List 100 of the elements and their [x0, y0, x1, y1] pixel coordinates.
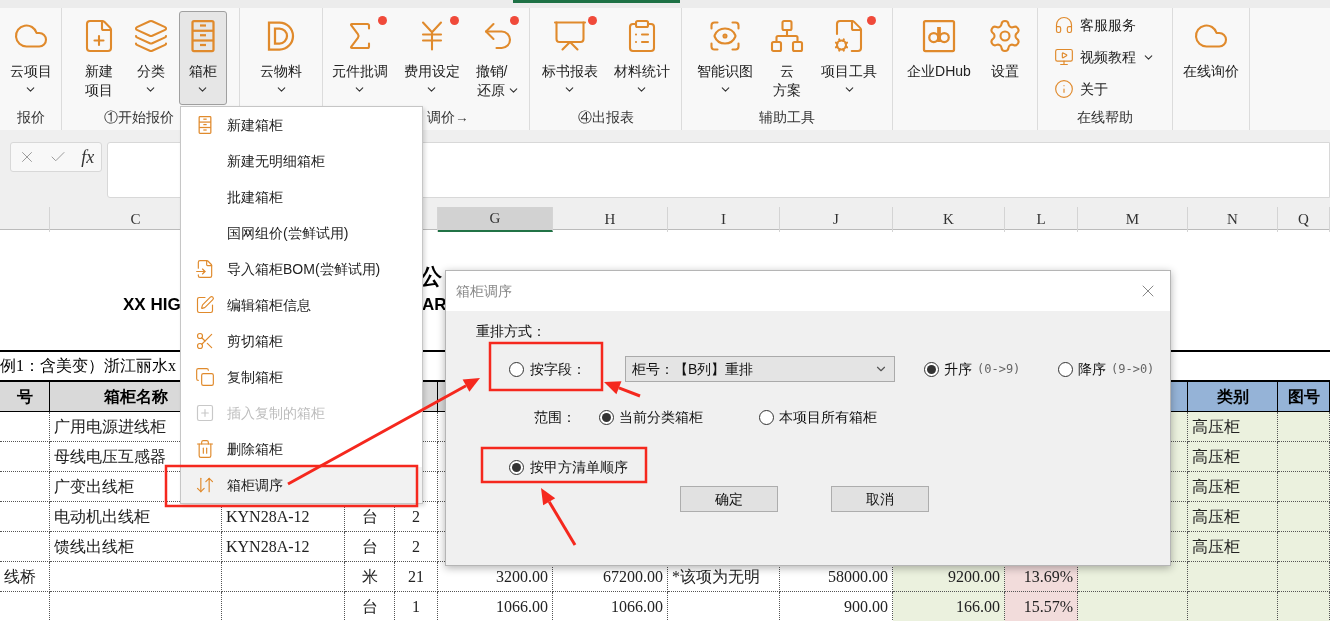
- group-label: ①开始报价: [104, 108, 174, 127]
- table-cell: 高压柜: [1188, 442, 1278, 472]
- ribbon-button[interactable]: 在线询价: [1177, 11, 1245, 105]
- help-menu-button[interactable]: 关于: [1054, 76, 1172, 102]
- group-label: ④出报表: [577, 108, 634, 127]
- menu-item[interactable]: 新建无明细箱柜: [181, 143, 422, 179]
- column-header[interactable]: Q: [1278, 207, 1330, 232]
- video-icon: [1054, 47, 1074, 67]
- field-dropdown[interactable]: 柜号：【B列】重排: [625, 356, 895, 382]
- dialog-title: 箱柜调序: [456, 281, 512, 301]
- ribbon-button[interactable]: 箱柜: [178, 11, 227, 105]
- ribbon-button[interactable]: 元件批调: [325, 11, 394, 105]
- function-button[interactable]: fx: [81, 143, 95, 171]
- menu-item[interactable]: 新建箱柜: [181, 107, 422, 143]
- dialog-button[interactable]: 确定: [680, 486, 778, 512]
- table-cell: [1278, 502, 1330, 532]
- table-header-cell: 类别: [1188, 382, 1278, 411]
- table-cell: 2: [395, 532, 438, 562]
- help-menu-button[interactable]: 客服服务: [1054, 12, 1172, 38]
- table-cell: 15.57%: [1005, 592, 1078, 621]
- add-icon: [195, 403, 215, 423]
- edit-icon: [195, 295, 215, 315]
- ribbon-button[interactable]: 新建 项目: [74, 11, 123, 105]
- ribbon-button[interactable]: 材料统计: [607, 11, 676, 105]
- ribbon-button[interactable]: 云 方案: [763, 11, 811, 105]
- headset-icon: [1054, 15, 1074, 35]
- table-cell: 高压柜: [1188, 472, 1278, 502]
- column-header[interactable]: I: [668, 207, 780, 232]
- order-hint: (9->0): [1111, 361, 1155, 378]
- table-cell: 米: [345, 562, 395, 592]
- ribbon-button[interactable]: 智能识图: [691, 11, 759, 105]
- group-label: 报价: [16, 108, 45, 127]
- ribbon-button[interactable]: 撤销/ 还原: [469, 11, 527, 105]
- column-header[interactable]: J: [780, 207, 893, 232]
- annotation-arrow: [541, 488, 577, 546]
- table-cell: [1278, 472, 1330, 502]
- radio-button[interactable]: [509, 361, 524, 377]
- radio-label: 升序: [944, 359, 972, 379]
- column-header[interactable]: N: [1188, 207, 1278, 232]
- table-cell: [1278, 412, 1330, 442]
- ribbon-button[interactable]: 云项目: [3, 11, 58, 105]
- column-header[interactable]: L: [1005, 207, 1078, 232]
- table-cell: [0, 532, 50, 562]
- menu-item[interactable]: 导入箱柜BOM(尝鲜试用): [181, 251, 422, 287]
- menu-item[interactable]: 编辑箱柜信息: [181, 287, 422, 323]
- section-label: 重排方式：: [476, 323, 546, 339]
- ribbon-button[interactable]: 项目工具: [815, 11, 883, 105]
- table-cell: 166.00: [893, 592, 1005, 621]
- trash-icon: [195, 439, 215, 459]
- table-cell: [1278, 562, 1330, 592]
- menu-item[interactable]: 剪切箱柜: [181, 323, 422, 359]
- ribbon-button[interactable]: 云物料: [254, 11, 308, 105]
- ribbon-button[interactable]: 分类: [126, 11, 175, 105]
- info-icon: [1054, 79, 1074, 99]
- radio-label: 按字段：: [530, 359, 586, 379]
- column-header[interactable]: G: [438, 207, 553, 232]
- dialog-button[interactable]: 取消: [831, 486, 929, 512]
- scope-label: 范围：: [534, 407, 577, 427]
- order-hint: (0->9): [977, 361, 1021, 378]
- column-header[interactable]: M: [1078, 207, 1188, 232]
- column-header[interactable]: H: [553, 207, 668, 232]
- scissors-icon: [195, 331, 215, 351]
- ribbon-button[interactable]: 设置: [980, 11, 1029, 105]
- radio-button[interactable]: [1058, 361, 1073, 377]
- radio-label: 降序: [1078, 359, 1106, 379]
- sheet-title-english: AR: [422, 294, 447, 317]
- sort-icon: [195, 475, 215, 495]
- ribbon-button[interactable]: 标书报表: [535, 11, 604, 105]
- table-cell: [0, 442, 50, 472]
- table-cell: 21: [395, 562, 438, 592]
- table-cell: [0, 412, 50, 442]
- table-cell: [1278, 442, 1330, 472]
- table-header-cell: 图号: [1278, 382, 1330, 411]
- table-cell: 高压柜: [1188, 502, 1278, 532]
- group-label: 调价→: [427, 108, 469, 127]
- radio-label: 当前分类箱柜: [619, 407, 703, 427]
- table-cell: 高压柜: [1188, 532, 1278, 562]
- radio-label: 本项目所有箱柜: [779, 407, 877, 427]
- ribbon-button[interactable]: 企业DHub: [901, 11, 977, 105]
- network-icon: [769, 18, 805, 54]
- radio-button[interactable]: [509, 459, 524, 475]
- radio-label: 按甲方清单顺序: [530, 457, 628, 477]
- table-cell: 台: [345, 532, 395, 562]
- radio-button[interactable]: [759, 409, 774, 425]
- table-cell: [0, 472, 50, 502]
- radio-button[interactable]: [599, 409, 614, 425]
- menu-item[interactable]: 箱柜调序: [181, 467, 422, 503]
- layers-icon: [132, 18, 169, 54]
- file-import-icon: [195, 259, 215, 279]
- presentation-icon: [551, 18, 588, 54]
- table-cell: 高压柜: [1188, 412, 1278, 442]
- table-cell: 馈线出线柜: [50, 532, 222, 562]
- table-cell: [1278, 592, 1330, 621]
- radio-button[interactable]: [924, 361, 939, 377]
- ribbon-button[interactable]: 费用设定: [397, 11, 466, 105]
- help-menu-button[interactable]: 视频教程: [1054, 44, 1172, 70]
- copy-icon: [195, 367, 215, 387]
- sheet-title-english: XX HIG: [123, 294, 181, 317]
- table-cell: KYN28A-12: [222, 532, 345, 562]
- column-header[interactable]: K: [893, 207, 1005, 232]
